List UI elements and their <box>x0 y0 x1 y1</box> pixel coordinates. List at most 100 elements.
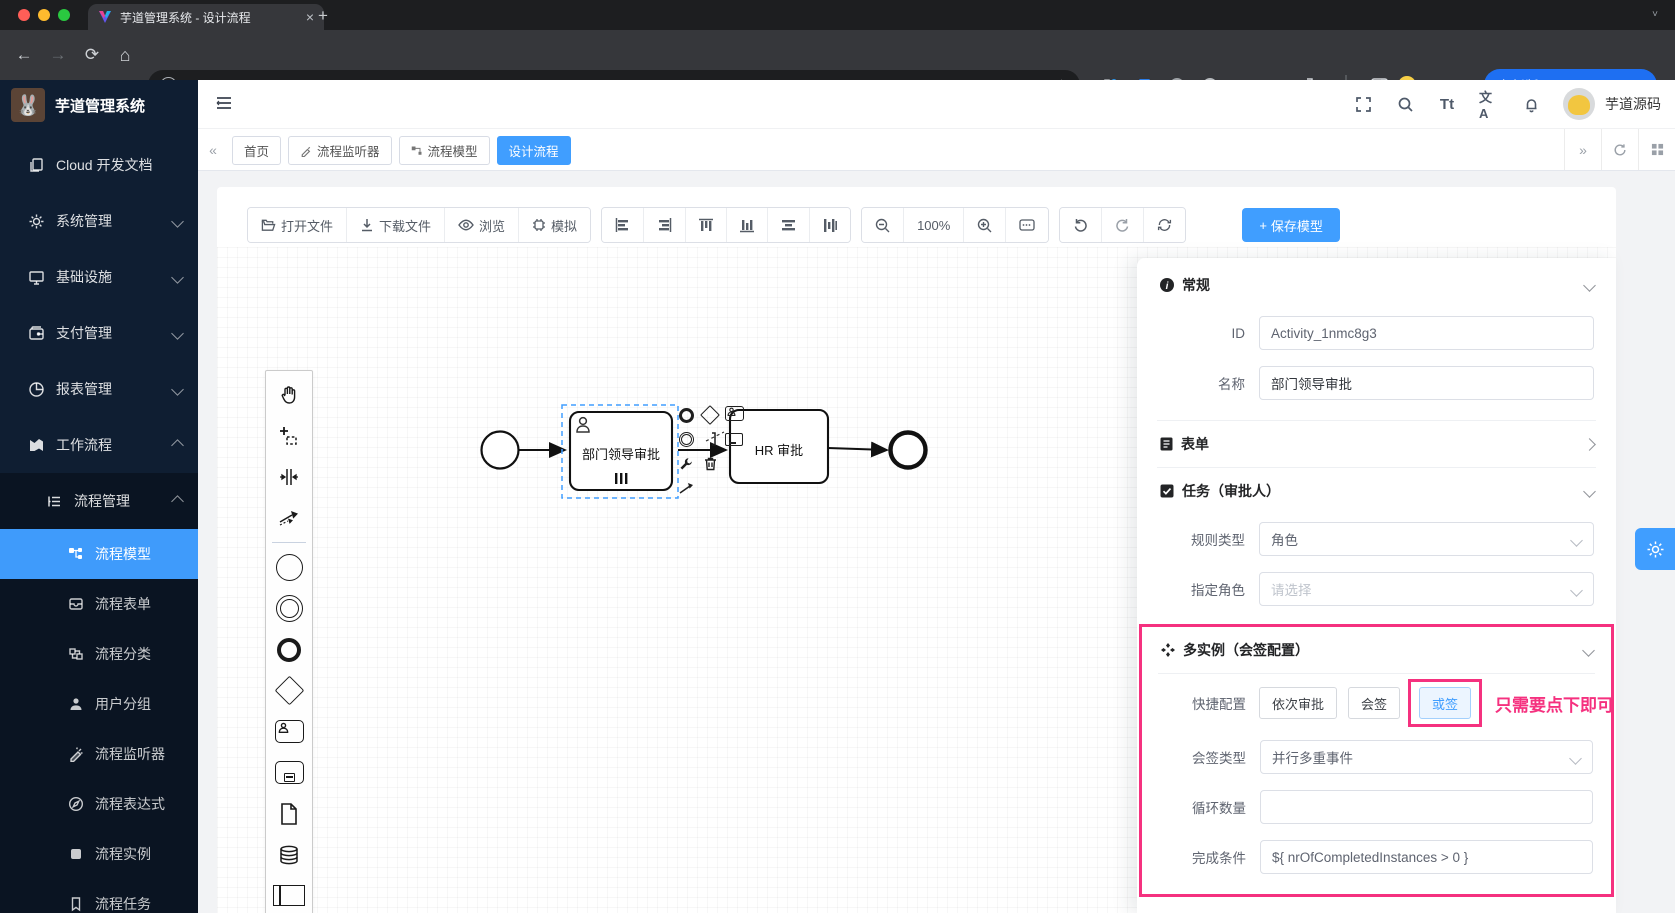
download-file-button[interactable]: 下载文件 <box>346 208 445 242</box>
create-start-event[interactable] <box>266 547 312 588</box>
sidebar-item-pay[interactable]: 支付管理 <box>0 305 198 361</box>
create-subprocess[interactable] <box>266 752 312 793</box>
section-form[interactable]: 表单 <box>1159 421 1596 467</box>
section-task-assignee[interactable]: 任务（审批人） <box>1159 468 1596 514</box>
quick-option-orsign[interactable]: 或签 <box>1419 687 1472 719</box>
pad-append-end-event[interactable] <box>676 405 696 425</box>
new-tab-button[interactable]: + <box>318 4 328 28</box>
pad-append-gateway[interactable] <box>700 405 720 425</box>
tabstrip-chevron-icon[interactable]: ˅ <box>1647 7 1663 23</box>
rule-type-select[interactable]: 角色 <box>1259 522 1594 556</box>
sidebar-item-process-category[interactable]: 流程分类 <box>0 629 198 679</box>
font-size-icon[interactable]: Tt <box>1437 94 1457 114</box>
pad-append-task[interactable] <box>724 403 744 423</box>
zoom-in-button[interactable] <box>963 208 1006 242</box>
sidebar-item-report[interactable]: 报表管理 <box>0 361 198 417</box>
hand-tool[interactable] <box>266 374 312 415</box>
macos-minimize-button[interactable] <box>38 9 50 21</box>
align-center-horizontal-button[interactable] <box>767 208 810 242</box>
sidebar-item-process-mgmt[interactable]: 流程管理 <box>0 473 198 529</box>
section-multi-instance[interactable]: 多实例（会签配置） <box>1160 627 1595 673</box>
sidebar-item-cloud-docs[interactable]: Cloud 开发文档 <box>0 137 198 193</box>
tab-design-process[interactable]: 设计流程 <box>496 136 571 165</box>
preview-button[interactable]: 浏览 <box>444 208 519 242</box>
completion-condition-input[interactable] <box>1260 840 1593 874</box>
sidebar-item-workflow[interactable]: 工作流程 <box>0 417 198 473</box>
sidebar-item-system[interactable]: 系统管理 <box>0 193 198 249</box>
notification-bell-icon[interactable] <box>1521 94 1541 114</box>
tab-process-model[interactable]: 流程模型 <box>398 136 490 165</box>
undo-button[interactable] <box>1060 208 1102 242</box>
save-model-button[interactable]: + 保存模型 <box>1242 208 1340 242</box>
sidebar-item-process-task[interactable]: 流程任务 <box>0 879 198 913</box>
role-select[interactable]: 请选择 <box>1259 572 1594 606</box>
pad-wrench-icon[interactable] <box>676 454 696 474</box>
name-input[interactable] <box>1259 366 1594 400</box>
tabs-scroll-right-icon[interactable]: » <box>1564 129 1601 170</box>
pad-connect-icon[interactable] <box>676 478 696 498</box>
fullscreen-icon[interactable] <box>1353 94 1373 114</box>
quick-option-countersign[interactable]: 会签 <box>1348 687 1401 719</box>
section-general[interactable]: i 常规 <box>1159 262 1596 308</box>
pad-change-element[interactable] <box>724 429 744 449</box>
task-label[interactable]: 部门领导审批 <box>570 444 672 463</box>
sidebar-collapse-icon[interactable] <box>214 93 236 115</box>
sidebar-item-process-instance[interactable]: 流程实例 <box>0 829 198 879</box>
forward-button[interactable]: → <box>46 43 70 67</box>
browser-tab[interactable]: 芋道管理系统 - 设计流程 × <box>88 4 324 30</box>
theme-settings-fab[interactable] <box>1635 528 1675 570</box>
sidebar-item-user-group[interactable]: 用户分组 <box>0 679 198 729</box>
search-icon[interactable] <box>1395 94 1415 114</box>
home-button[interactable]: ⌂ <box>113 43 137 67</box>
create-data-object[interactable] <box>266 793 312 834</box>
create-user-task[interactable] <box>266 711 312 752</box>
redo-button[interactable] <box>1101 208 1144 242</box>
create-end-event[interactable] <box>266 629 312 670</box>
tabs-scroll-left-icon[interactable]: « <box>198 129 228 170</box>
restart-button[interactable] <box>1143 208 1186 242</box>
open-file-button[interactable]: 打开文件 <box>248 208 347 242</box>
create-intermediate-event[interactable] <box>266 588 312 629</box>
tab-process-listener[interactable]: 流程监听器 <box>288 136 392 165</box>
loop-count-input[interactable] <box>1260 790 1593 824</box>
quick-option-sequential[interactable]: 依次审批 <box>1259 687 1338 719</box>
countersign-type-select[interactable]: 并行多重事件 <box>1260 740 1593 774</box>
user-avatar[interactable] <box>1563 88 1595 120</box>
align-top-button[interactable] <box>685 208 727 242</box>
zoom-level[interactable]: 100% <box>903 208 964 242</box>
sidebar-item-process-expression[interactable]: 流程表达式 <box>0 779 198 829</box>
sidebar-item-infra[interactable]: 基础设施 <box>0 249 198 305</box>
start-event[interactable] <box>480 430 520 470</box>
create-gateway[interactable] <box>266 670 312 711</box>
back-button[interactable]: ← <box>12 43 36 67</box>
create-data-store[interactable] <box>266 834 312 875</box>
app-logo-row[interactable]: 🐰 芋道管理系统 <box>0 80 198 130</box>
lasso-tool[interactable] <box>266 415 312 456</box>
zoom-out-button[interactable] <box>862 208 904 242</box>
sidebar-item-process-form[interactable]: 流程表单 <box>0 579 198 629</box>
sidebar-item-process-listener[interactable]: 流程监听器 <box>0 729 198 779</box>
align-bottom-button[interactable] <box>726 208 768 242</box>
username[interactable]: 芋道源码 <box>1605 94 1661 114</box>
align-center-vertical-button[interactable] <box>809 208 851 242</box>
create-participant-pool[interactable] <box>266 875 312 913</box>
zoom-reset-button[interactable] <box>1005 208 1049 242</box>
tab-home[interactable]: 首页 <box>232 136 282 165</box>
tab-close-icon[interactable]: × <box>306 9 314 25</box>
reload-button[interactable]: ⟳ <box>80 43 104 67</box>
macos-close-button[interactable] <box>18 9 30 21</box>
global-connect-tool[interactable] <box>266 497 312 538</box>
align-right-button[interactable] <box>643 208 686 242</box>
end-event[interactable] <box>888 430 928 470</box>
task-label[interactable]: HR 审批 <box>730 440 828 459</box>
tab-refresh-icon[interactable] <box>1601 129 1638 170</box>
language-icon[interactable]: 文A <box>1479 90 1499 121</box>
pad-append-subprocess[interactable] <box>700 429 720 449</box>
tab-layout-grid-icon[interactable] <box>1638 129 1675 170</box>
pad-trash-icon[interactable] <box>700 454 720 474</box>
pad-append-intermediate-event[interactable] <box>676 429 696 449</box>
id-input[interactable] <box>1259 316 1594 350</box>
macos-zoom-button[interactable] <box>58 9 70 21</box>
sidebar-item-process-model[interactable]: 流程模型 <box>0 529 198 579</box>
space-tool[interactable] <box>266 456 312 497</box>
